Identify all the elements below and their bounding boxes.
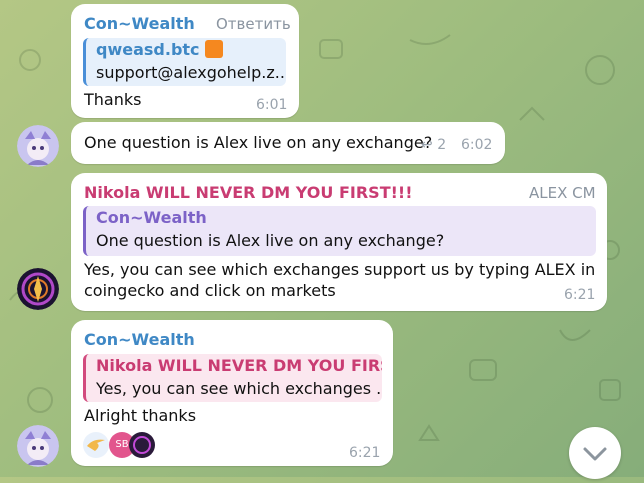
message-time: 6:01 [256, 97, 288, 113]
pointing-hand-emoji-icon[interactable] [83, 432, 109, 458]
user-avatar[interactable] [17, 125, 59, 167]
scroll-down-button[interactable] [569, 427, 621, 479]
message-text: Thanks [84, 90, 142, 109]
quoted-message[interactable]: qweasd.btc support@alexgohelp.z... [83, 38, 286, 86]
chevron-down-icon [583, 447, 607, 461]
quoted-message[interactable]: Con~Wealth One question is Alex live on … [83, 206, 596, 256]
message-time: 6:21 [564, 287, 596, 303]
message-bubble[interactable]: Nikola WILL NEVER DM YOU FIRST!!! ALEX C… [71, 173, 607, 311]
quote-title: Nikola WILL NEVER DM YOU FIRST!!! [96, 356, 382, 375]
quote-text: support@alexgohelp.z... [96, 63, 286, 82]
admin-tag: ALEX CM [529, 184, 596, 202]
reply-arrow-icon: ↩ [421, 137, 433, 153]
user-avatar[interactable] [17, 425, 59, 467]
message-bubble[interactable]: Con~Wealth Ответить qweasd.btc support@a… [71, 4, 299, 118]
reply-action[interactable]: Ответить [216, 15, 291, 33]
quoted-message[interactable]: Nikola WILL NEVER DM YOU FIRST!!! Yes, y… [83, 354, 382, 402]
replies-counter[interactable]: ↩ 2 [421, 137, 446, 153]
message-time: 6:02 [461, 137, 493, 153]
quote-text: One question is Alex live on any exchang… [96, 231, 445, 250]
message-text: Alright thanks [84, 406, 197, 425]
sender-name[interactable]: Con~Wealth [84, 14, 195, 33]
quote-title: Con~Wealth [96, 208, 207, 227]
user-avatar[interactable] [17, 268, 59, 310]
message-text: One question is Alex live on any exchang… [84, 133, 433, 152]
message-time: 6:21 [349, 445, 381, 461]
orange-square-emoji-icon [205, 40, 224, 58]
quote-text: Yes, you can see which exchanges ... [96, 379, 382, 398]
message-bubble[interactable]: One question is Alex live on any exchang… [71, 122, 505, 164]
message-text-line-2: coingecko and click on markets [84, 281, 336, 300]
message-text-line-1: Yes, you can see which exchanges support… [84, 260, 596, 279]
message-bubble[interactable]: Con~Wealth Nikola WILL NEVER DM YOU FIRS… [71, 320, 393, 466]
sender-name[interactable]: Nikola WILL NEVER DM YOU FIRST!!! [84, 183, 413, 202]
sender-name[interactable]: Con~Wealth [84, 330, 195, 349]
reactor-avatar[interactable] [129, 432, 155, 458]
quote-title: qweasd.btc [96, 40, 224, 59]
